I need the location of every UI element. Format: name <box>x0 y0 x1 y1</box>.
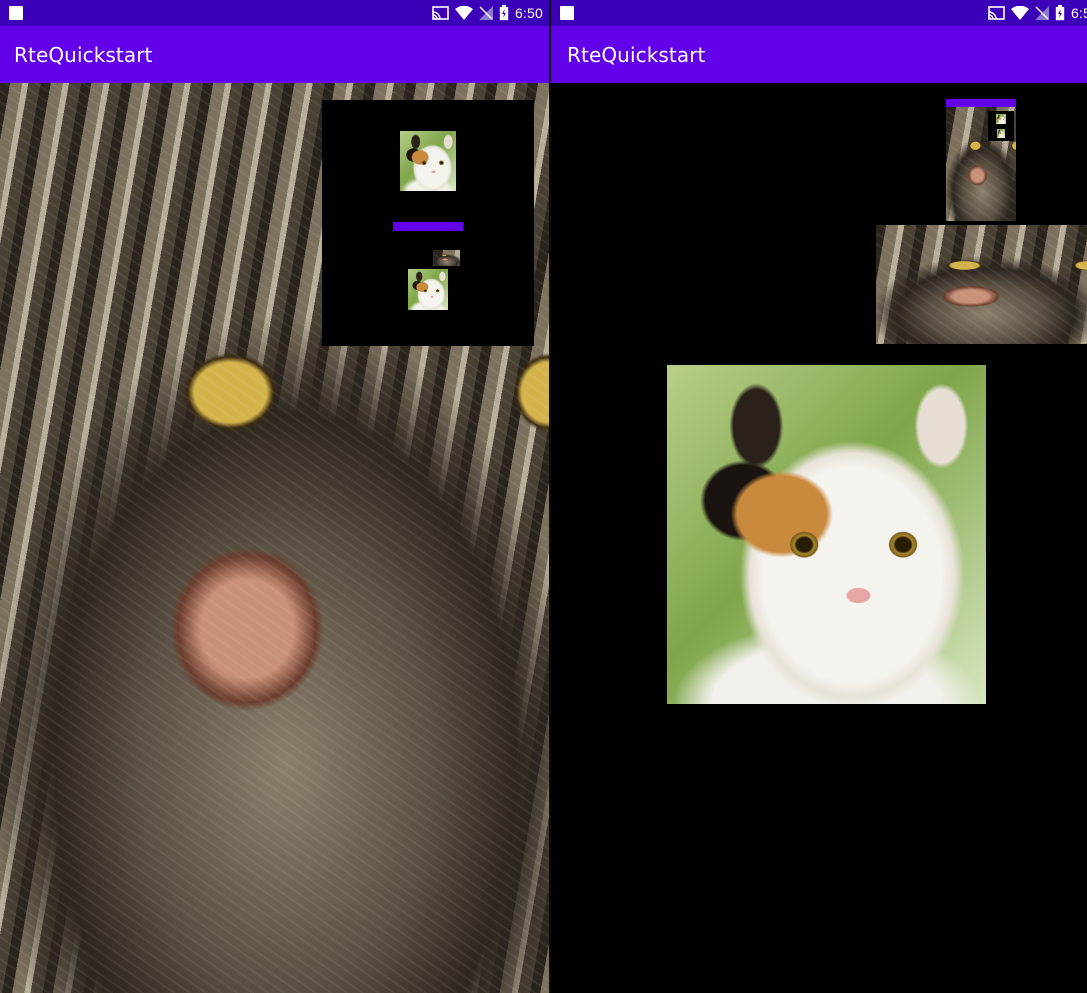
status-icons: 6:50 <box>432 3 543 23</box>
nested-calico-thumbnail <box>408 269 448 310</box>
nested-tabby-thumbnail <box>433 250 460 266</box>
app-title: RteQuickstart <box>567 43 706 67</box>
app-bar: RteQuickstart <box>551 26 1087 83</box>
nested-preview-overlay <box>988 111 1014 141</box>
app-bar: RteQuickstart <box>0 26 549 83</box>
status-clock: 6:5 <box>1070 5 1087 21</box>
nested-screen-thumbnail <box>946 99 1016 221</box>
video-content <box>0 83 549 993</box>
status-bar: 6:50 <box>0 0 549 26</box>
nested-app-bar <box>946 99 1016 107</box>
signal-icon <box>1034 6 1049 20</box>
nested-calico-mini-2 <box>997 129 1005 138</box>
remote-video-tabby-cat <box>876 225 1087 344</box>
local-preview-overlay[interactable] <box>322 100 534 346</box>
status-square-icon <box>9 6 23 20</box>
wifi-icon <box>454 6 473 20</box>
battery-icon <box>1055 5 1065 21</box>
nested-screen-thumbnail <box>393 222 463 310</box>
nested-calico-mini <box>996 114 1006 124</box>
local-video-calico-cat[interactable] <box>667 365 986 704</box>
battery-icon <box>499 5 509 21</box>
phone-screen-right: 6:5 RteQuickstart <box>551 0 1087 993</box>
video-content <box>551 83 1087 993</box>
cast-icon <box>988 6 1005 20</box>
status-clock: 6:50 <box>514 5 543 21</box>
phone-screen-left: 6:50 RteQuickstart <box>0 0 549 993</box>
signal-icon <box>478 6 493 20</box>
status-bar: 6:5 <box>551 0 1087 26</box>
wifi-icon <box>1010 6 1029 20</box>
app-title: RteQuickstart <box>14 43 153 67</box>
nested-app-bar <box>393 222 463 231</box>
cast-icon <box>432 6 449 20</box>
status-icons: 6:5 <box>988 3 1087 23</box>
preview-calico-cat <box>400 131 456 191</box>
status-square-icon <box>560 6 574 20</box>
